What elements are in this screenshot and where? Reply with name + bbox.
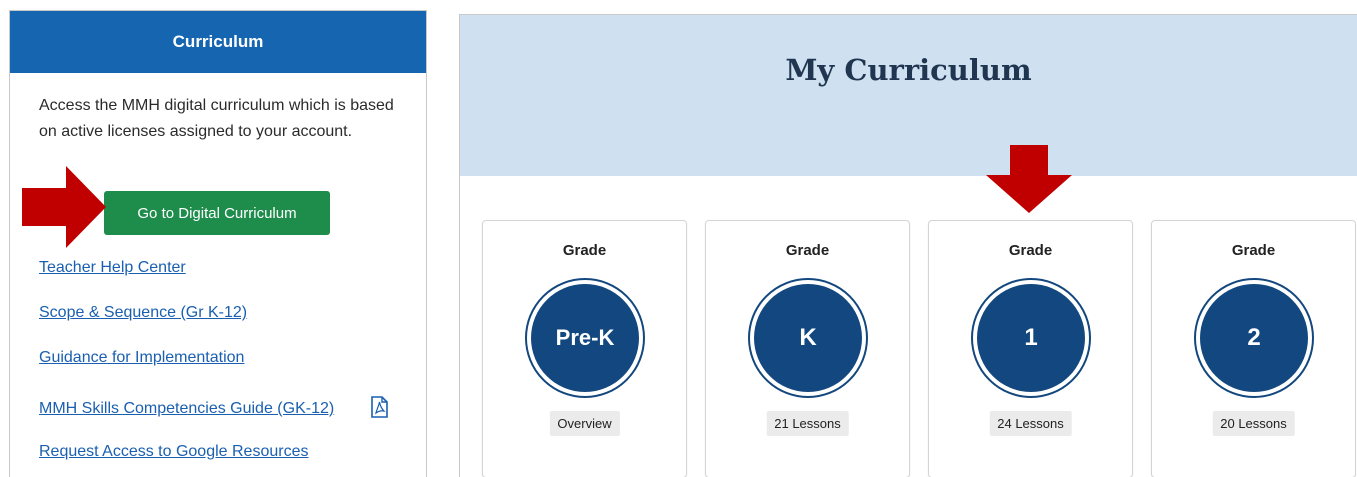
page-title: My Curriculum <box>785 53 1032 87</box>
grade-badge: 2 <box>1194 278 1314 398</box>
guidance-for-implementation-link[interactable]: Guidance for Implementation <box>39 349 244 367</box>
grade-value: K <box>754 284 862 392</box>
grade-value: 2 <box>1200 284 1308 392</box>
my-curriculum-panel: My Curriculum Grade Pre-K Overview Grade… <box>459 14 1357 477</box>
curriculum-description: Access the MMH digital curriculum which … <box>39 97 394 140</box>
teacher-help-center-link[interactable]: Teacher Help Center <box>39 259 186 277</box>
grade-badge: K <box>748 278 868 398</box>
lesson-count-chip: Overview <box>549 411 620 436</box>
my-curriculum-banner: My Curriculum <box>460 15 1357 176</box>
curriculum-header: Curriculum <box>10 11 426 73</box>
lesson-count-chip: 20 Lessons <box>1212 411 1295 436</box>
grade-card-k[interactable]: Grade K 21 Lessons <box>705 220 910 477</box>
scope-and-sequence-link[interactable]: Scope & Sequence (Gr K-12) <box>39 304 247 322</box>
lesson-count-chip: 21 Lessons <box>766 411 849 436</box>
grade-badge: 1 <box>971 278 1091 398</box>
grade-label: Grade <box>1008 242 1053 259</box>
mmh-skills-competencies-guide-link[interactable]: MMH Skills Competencies Guide (GK-12) <box>39 400 334 418</box>
grade-card-1[interactable]: Grade 1 24 Lessons <box>928 220 1133 477</box>
red-arrow-right-icon <box>22 166 106 248</box>
red-arrow-down-icon <box>986 145 1072 213</box>
grade-label: Grade <box>1231 242 1276 259</box>
grade-value: Pre-K <box>531 284 639 392</box>
grade-value: 1 <box>977 284 1085 392</box>
grade-label: Grade <box>785 242 830 259</box>
lesson-count-chip: 24 Lessons <box>989 411 1072 436</box>
grade-badge: Pre-K <box>525 278 645 398</box>
grade-label: Grade <box>562 242 607 259</box>
pdf-file-icon[interactable] <box>370 396 388 418</box>
request-google-resources-link[interactable]: Request Access to Google Resources <box>39 443 308 461</box>
grade-card-pre-k[interactable]: Grade Pre-K Overview <box>482 220 687 477</box>
go-to-digital-curriculum-button[interactable]: Go to Digital Curriculum <box>104 191 330 235</box>
grade-card-2[interactable]: Grade 2 20 Lessons <box>1151 220 1356 477</box>
